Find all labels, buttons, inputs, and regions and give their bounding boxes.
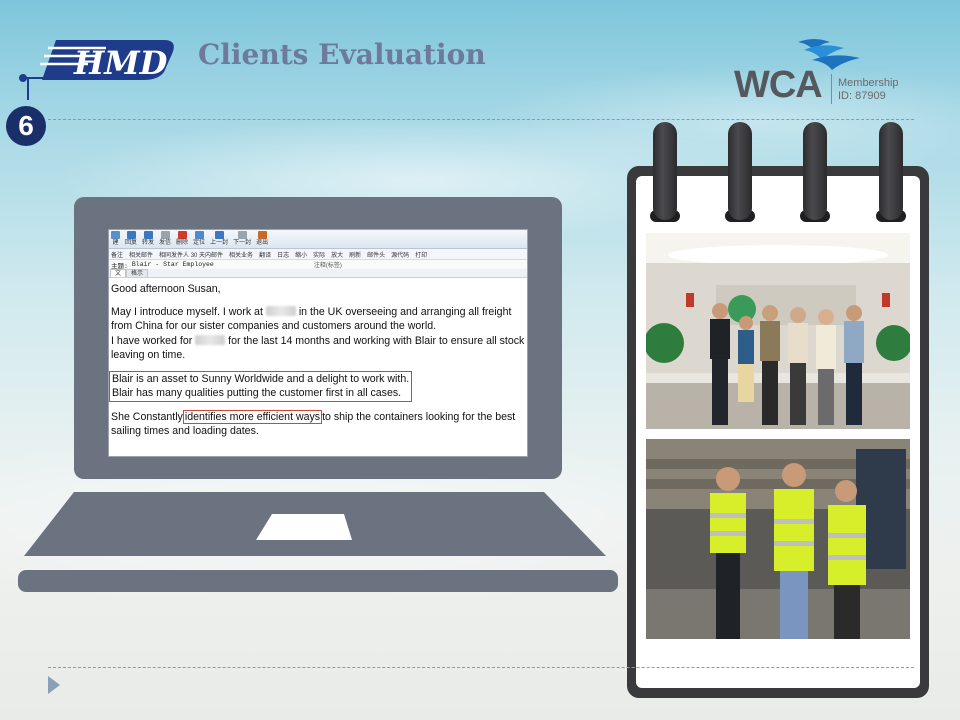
subject-note[interactable]: 注释(标签) xyxy=(314,260,342,269)
binder-ring-icon xyxy=(803,122,827,220)
toolbar2-item[interactable]: 日志 xyxy=(277,250,289,259)
locate-icon xyxy=(194,231,204,239)
toolbar2-item[interactable]: 邮件头 xyxy=(367,250,385,259)
email-body: Good afternoon Susan, May I introduce my… xyxy=(109,278,527,439)
toolbar2-item[interactable]: 源代码 xyxy=(391,250,409,259)
binder-ring-icon xyxy=(879,122,903,220)
email-greeting: Good afternoon Susan, xyxy=(111,283,221,295)
toolbar-locate-button[interactable]: 定位 xyxy=(193,231,205,247)
wca-membership-label: Membership xyxy=(838,77,899,89)
new-icon xyxy=(111,231,120,239)
email-paragraph-1: May I introduce myself. I work at in the… xyxy=(111,305,528,361)
tab-format[interactable]: 格示 xyxy=(126,269,149,277)
toolbar2-item[interactable]: 相关邮件 xyxy=(129,250,153,259)
highlight-box: Blair is an asset to Sunny Worldwide and… xyxy=(109,370,413,402)
arrow-right-icon xyxy=(237,231,247,239)
toolbar-delete-button[interactable]: 删除 xyxy=(176,231,188,247)
page-title: Clients Evaluation xyxy=(198,38,486,71)
toolbar2-item[interactable]: 刷新 xyxy=(349,250,361,259)
toolbar-prev-button[interactable]: 上一封 xyxy=(210,231,228,247)
step-number-badge: 6 xyxy=(6,106,46,146)
top-divider xyxy=(48,119,914,120)
toolbar-exit-button[interactable]: 退出 xyxy=(256,231,268,247)
email-paragraph-2: Blair is an asset to Sunny Worldwide and… xyxy=(109,370,525,402)
toolbar2-item[interactable]: 备注 xyxy=(111,250,123,259)
toolbar2-item[interactable]: 实际 xyxy=(313,250,325,259)
wca-membership-id: ID: 87909 xyxy=(838,90,886,102)
toolbar-forward-button[interactable]: 转发 xyxy=(142,231,154,247)
toolbar-next-button[interactable]: 下一封 xyxy=(233,231,251,247)
email-tabs: 文 格示 xyxy=(109,269,527,278)
binder-ring-icon xyxy=(653,122,677,220)
play-arrow-icon[interactable] xyxy=(48,676,60,694)
exit-icon xyxy=(257,231,267,239)
email-secondary-toolbar: 备注 相关邮件 相同发件人 30 天内邮件 相关业务 翻译 日志 缩小 实际 放… xyxy=(109,249,527,260)
email-subject-row: 主题: Blair - Star Employee 注释(标签) xyxy=(109,260,527,270)
toolbar2-item[interactable]: 翻译 xyxy=(259,250,271,259)
arrow-left-icon xyxy=(214,231,224,239)
email-toolbar: 建 回复 转发 发信 删除 定位 上一封 下一封 退出 xyxy=(109,230,527,249)
wca-separator xyxy=(831,74,832,104)
redacted-company xyxy=(195,334,226,345)
toolbar2-item[interactable]: 相关业务 xyxy=(229,250,253,259)
toolbar-reply-button[interactable]: 回复 xyxy=(125,231,137,247)
toolbar2-item[interactable]: 缩小 xyxy=(295,250,307,259)
wca-membership: Membership ID: 87909 xyxy=(838,77,899,103)
email-paragraph-3: She Constantly identifies more efficient … xyxy=(111,409,516,437)
toolbar2-item[interactable]: 打印 xyxy=(415,250,427,259)
photo-warehouse-team xyxy=(646,439,910,639)
step-connector-icon xyxy=(19,74,58,100)
toolbar2-item[interactable]: 相同发件人 30 天内邮件 xyxy=(159,250,223,259)
photo-office-group xyxy=(646,233,910,429)
wca-logo-text: WCA xyxy=(734,64,823,106)
delete-icon xyxy=(177,231,187,239)
reply-icon xyxy=(126,231,136,239)
binder-ring-icon xyxy=(728,122,752,220)
toolbar2-item[interactable]: 放大 xyxy=(331,250,343,259)
subject-label: 主题: xyxy=(111,262,128,270)
toolbar-send-button[interactable]: 发信 xyxy=(159,231,171,247)
email-subject: Blair - Star Employee xyxy=(131,261,214,268)
send-icon xyxy=(160,231,170,239)
email-window: 建 回复 转发 发信 删除 定位 上一封 下一封 退出 备注 相关邮件 相同发件… xyxy=(108,229,528,457)
highlight-inline: identifies more efficient ways xyxy=(182,409,323,424)
toolbar-new-button[interactable]: 建 xyxy=(111,231,120,247)
hmd-logo-text: HMD xyxy=(73,44,168,82)
forward-icon xyxy=(143,231,153,239)
tab-text[interactable]: 文 xyxy=(110,269,127,277)
redacted-company xyxy=(265,305,296,316)
bottom-divider xyxy=(48,667,914,668)
laptop-keyboard-icon xyxy=(18,492,618,592)
